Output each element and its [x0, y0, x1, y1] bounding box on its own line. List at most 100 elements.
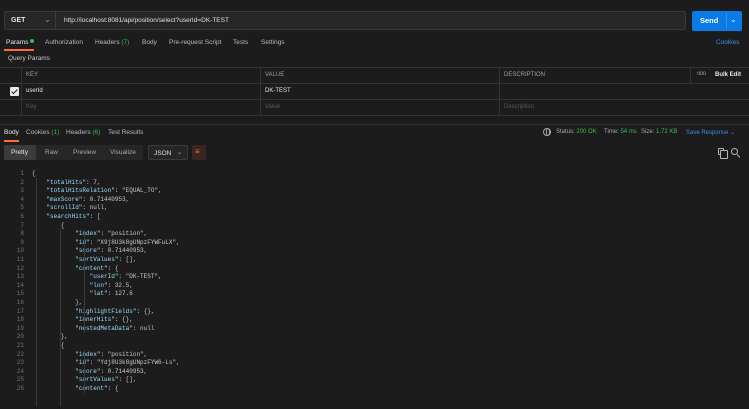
view-toolbar: Pretty Raw Preview Visualize JSON ⌄ ≡	[0, 145, 749, 161]
chevron-down-icon: ⌄	[177, 149, 183, 156]
code-line: 26 "content": {	[0, 385, 749, 394]
line-number: 9	[20, 238, 24, 246]
tab-pre-request-script[interactable]: Pre-request Script	[169, 39, 221, 46]
copy-icon[interactable]	[718, 148, 728, 159]
code-line: 14 "lon": 32.5,	[0, 282, 749, 291]
tab-authorization[interactable]: Authorization	[45, 39, 83, 46]
description-placeholder[interactable]: Description	[504, 104, 534, 110]
chevron-down-icon: ⌄	[730, 130, 736, 136]
tab-tests[interactable]: Tests	[233, 39, 248, 46]
search-icon[interactable]	[731, 148, 738, 155]
code-text: "lon": 32.5,	[89, 281, 133, 289]
tab-settings[interactable]: Settings	[261, 39, 285, 46]
code-text: "highlightFields": {},	[75, 307, 155, 315]
code-line: 7 {	[0, 222, 749, 231]
wrap-lines-button[interactable]: ≡	[192, 145, 206, 160]
code-text: "searchHits": [	[46, 213, 101, 220]
view-visualize-button[interactable]: Visualize	[110, 149, 136, 156]
line-number: 7	[20, 221, 24, 229]
status-bar	[612, 402, 749, 409]
query-params-label: Query Params	[8, 55, 50, 62]
value-placeholder[interactable]: Value	[265, 104, 280, 110]
code-line: 5 "scrollId": null,	[0, 204, 749, 213]
tab-headers-label: Headers	[95, 39, 120, 46]
line-number: 25	[16, 376, 24, 384]
code-line: 9 "id": "X9j8U3k8gUNpzFYWFuLX",	[0, 239, 749, 248]
chevron-down-icon[interactable]: ⌄	[730, 15, 737, 24]
line-number: 15	[16, 290, 24, 298]
code-line: 12 "content": {	[0, 265, 749, 274]
view-preview-button[interactable]: Preview	[73, 149, 96, 156]
code-text: "maxScore": 0.71440953,	[46, 195, 130, 203]
params-table: KEY VALUE DESCRIPTION ooo Bulk Edit user…	[0, 67, 749, 116]
code-line: 2 "totalHits": 7,	[0, 179, 749, 188]
code-line: 25 "sortValues": [],	[0, 376, 749, 385]
url-text: http://localhost:8081/api/position/selec…	[64, 17, 229, 24]
line-number: 22	[16, 350, 24, 358]
request-tabs: Params Authorization Headers (7) Body Pr…	[0, 36, 749, 52]
tab-body[interactable]: Body	[142, 39, 157, 46]
format-select[interactable]: JSON ⌄	[148, 145, 188, 160]
tab-headers[interactable]: Headers (7)	[95, 39, 129, 46]
code-line: 15 "lat": 127.6	[0, 290, 749, 299]
time-label: Time:	[604, 129, 619, 135]
line-number: 26	[16, 385, 24, 392]
column-divider	[21, 68, 22, 116]
param-key[interactable]: userId	[26, 88, 43, 94]
line-number: 16	[16, 299, 24, 306]
chevron-down-icon: ⌄	[44, 15, 51, 24]
code-line: 23 "id": "Ydj8U3k8gUNpzFYW6-Ls",	[0, 359, 749, 368]
size-value: 1.72 KB	[656, 129, 678, 135]
response-body-editor[interactable]: 1{2 "totalHits": 7, 3 "totalHitsRelation"…	[0, 166, 749, 409]
column-header-description: DESCRIPTION	[504, 72, 546, 78]
send-button[interactable]: Send ⌄	[692, 11, 742, 31]
url-input[interactable]: http://localhost:8081/api/position/selec…	[56, 11, 686, 30]
view-mode-group: Pretty Raw Preview Visualize	[4, 145, 143, 160]
param-enabled-checkbox[interactable]	[10, 87, 19, 96]
code-text: "content": {	[75, 385, 119, 392]
response-tab-cookies-count: (1)	[51, 129, 60, 136]
save-response-button[interactable]: Save Response ⌄	[686, 129, 735, 136]
response-tab-test-results[interactable]: Test Results	[108, 129, 143, 136]
line-number: 19	[16, 324, 24, 332]
code-text: "index": "position",	[75, 230, 148, 238]
cookies-link[interactable]: Cookies	[716, 39, 739, 46]
view-raw-button[interactable]: Raw	[45, 149, 58, 156]
line-number: 6	[20, 213, 24, 220]
code-line: 17 "highlightFields": {},	[0, 308, 749, 317]
response-tab-cookies-label: Cookies	[26, 129, 50, 136]
view-pretty-button[interactable]: Pretty	[11, 149, 28, 156]
response-tab-headers[interactable]: Headers (6)	[66, 129, 100, 136]
globe-icon[interactable]	[543, 128, 551, 136]
indent-guide	[84, 229, 85, 333]
response-tab-headers-count: (6)	[92, 129, 101, 136]
response-tab-cookies[interactable]: Cookies (1)	[26, 129, 59, 136]
params-active-dot	[30, 39, 35, 43]
size-label: Size:	[641, 129, 655, 135]
code-line: 6 "searchHits": [	[0, 213, 749, 222]
param-value[interactable]: DK-TEST	[265, 88, 291, 94]
code-text: "nestedMetaData": null	[75, 324, 155, 332]
column-divider	[499, 68, 500, 116]
request-bar: GET ⌄ http://localhost:8081/api/position…	[0, 10, 749, 32]
line-number: 13	[16, 273, 24, 281]
line-number: 2	[20, 178, 24, 186]
bulk-edit-button[interactable]: Bulk Edit	[715, 72, 741, 78]
indent-guide	[84, 350, 85, 393]
code-line: 24 "score": 0.71440953,	[0, 368, 749, 377]
wrap-lines-icon: ≡	[195, 147, 200, 156]
more-options-icon[interactable]: ooo	[697, 71, 706, 77]
code-line: 16 },	[0, 299, 749, 308]
table-row: userId DK-TEST	[0, 84, 749, 100]
response-tab-headers-label: Headers	[66, 129, 91, 136]
response-tab-body[interactable]: Body	[4, 129, 19, 136]
line-number: 5	[20, 204, 24, 212]
line-number: 3	[20, 187, 24, 195]
method-select[interactable]: GET ⌄	[4, 11, 56, 30]
line-number: 4	[20, 195, 24, 203]
key-placeholder[interactable]: Key	[26, 104, 36, 110]
line-number: 17	[16, 307, 24, 315]
tab-params[interactable]: Params	[6, 39, 35, 46]
code-text: "content": {	[75, 264, 119, 272]
column-divider	[260, 68, 261, 116]
